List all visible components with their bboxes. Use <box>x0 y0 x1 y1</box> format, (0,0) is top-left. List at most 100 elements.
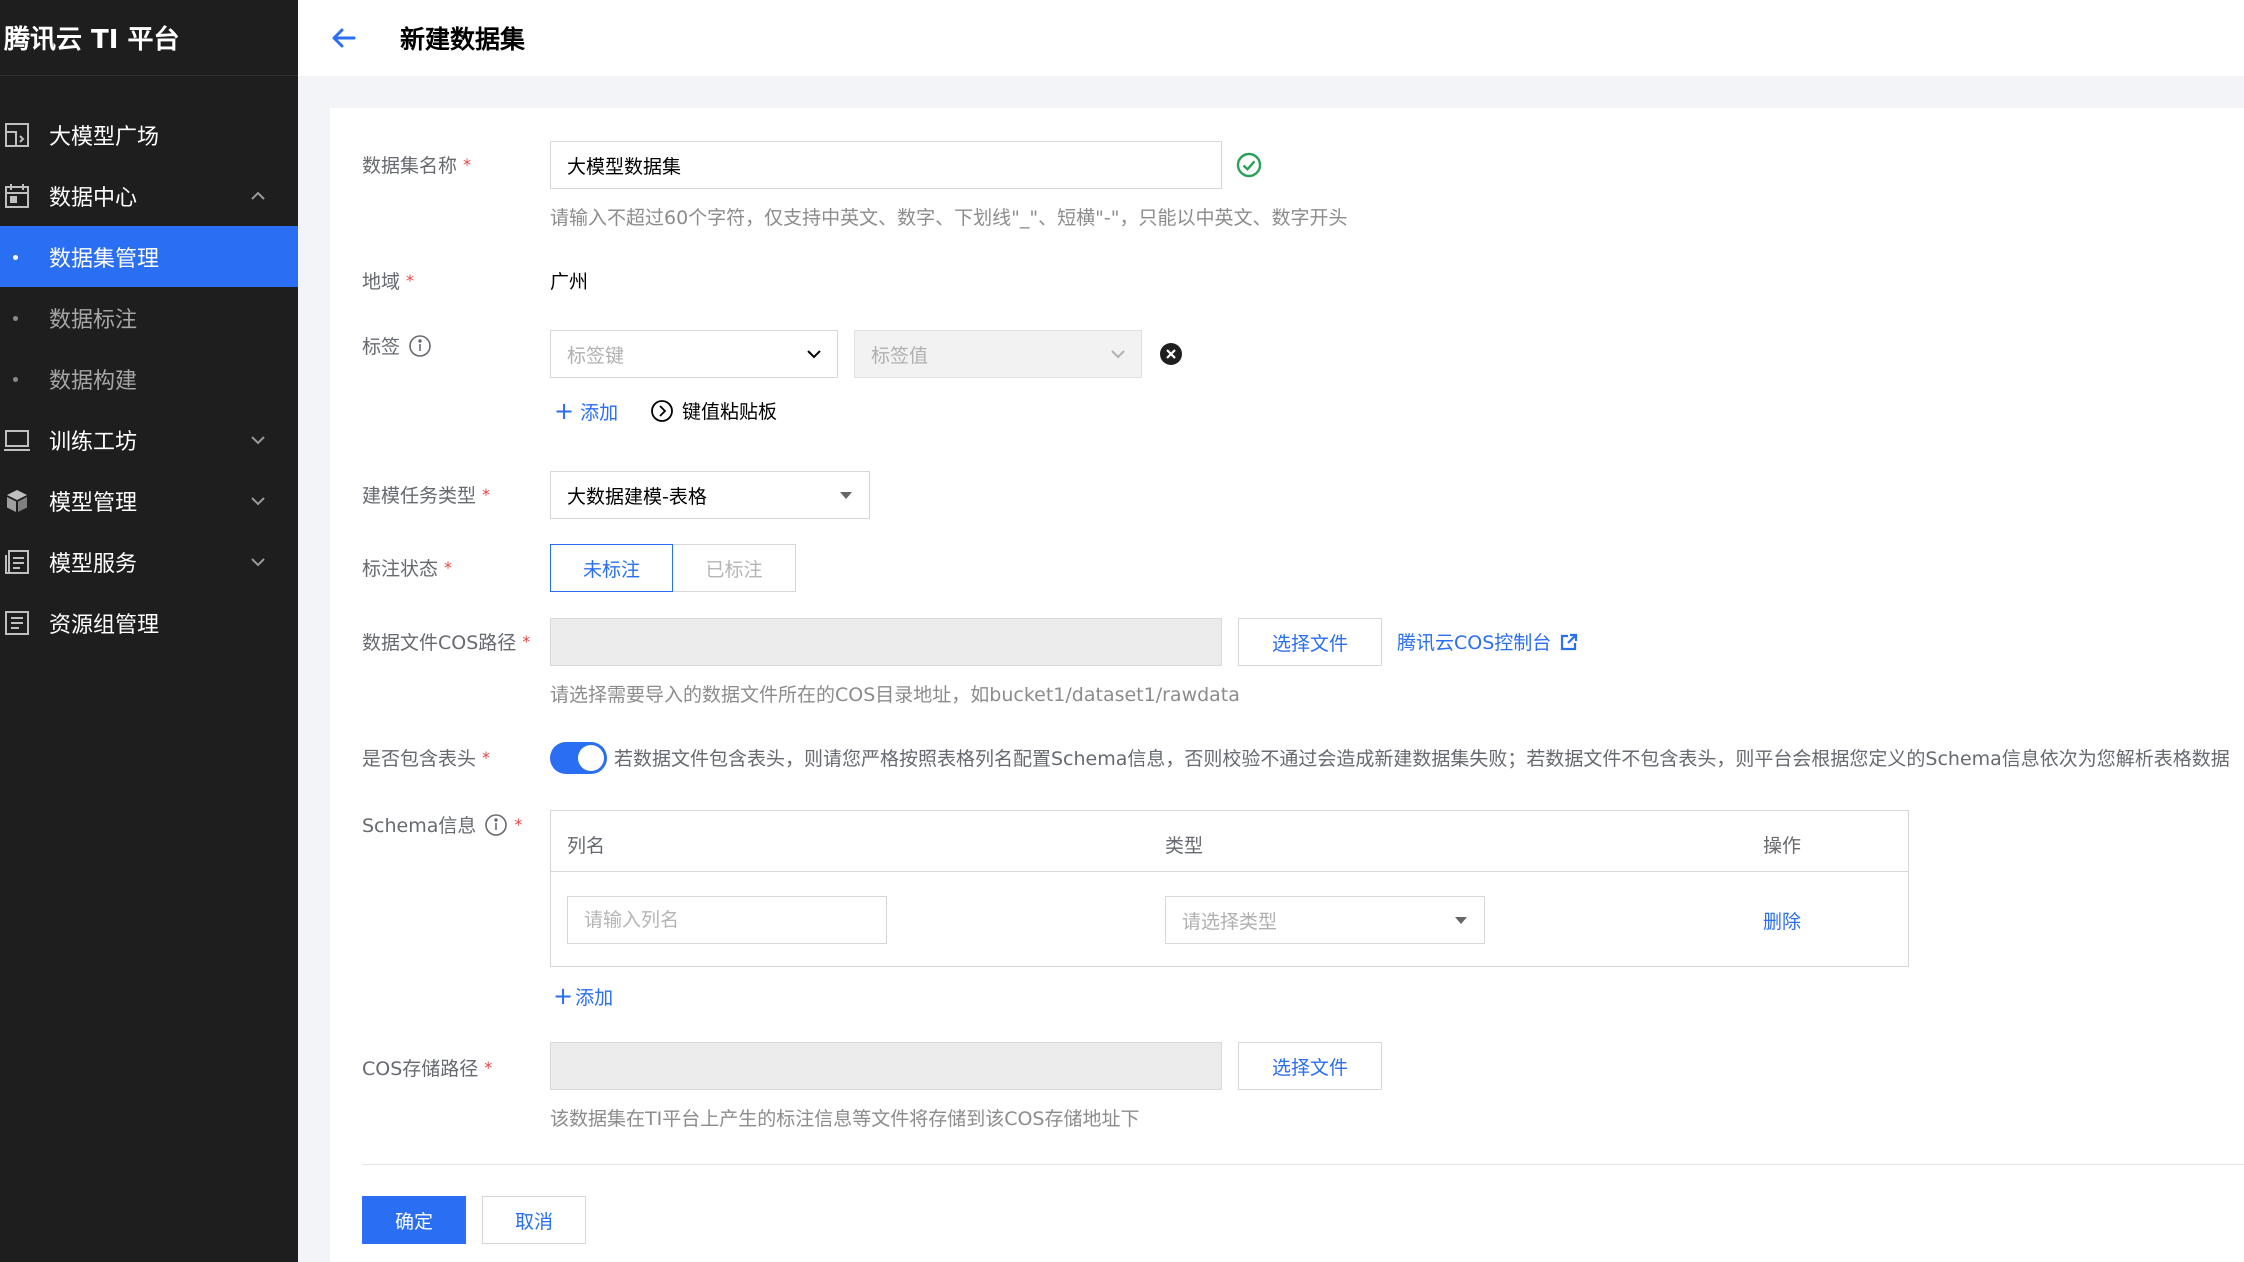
chevron-down-icon <box>249 553 267 571</box>
sidebar-item-model-service[interactable]: 模型服务 <box>0 531 298 592</box>
add-tag-label: 添加 <box>580 401 619 424</box>
cos-path-label: 数据文件COS路径 * <box>362 628 530 655</box>
form-card: 数据集名称 * 请输入不超过60个字符，仅支持中英文、数字、下划线"_"、短横"-… <box>330 108 2244 1262</box>
required-mark: * <box>484 1058 493 1077</box>
chevron-up-icon <box>249 187 267 205</box>
sidebar: 腾讯云 TI 平台 大模型广场 数据中心 数据集管理 数据标注 数据构建 训练工… <box>0 0 298 1262</box>
calendar-icon <box>4 183 30 209</box>
chevron-down-icon <box>249 492 267 510</box>
annotation-status-toggle-group: 未标注 已标注 <box>550 544 796 592</box>
cos-path-input <box>550 618 1222 666</box>
task-type-select[interactable]: 大数据建模-表格 <box>550 471 870 519</box>
task-type-label: 建模任务类型 * <box>362 481 490 508</box>
storage-path-input <box>550 1042 1222 1090</box>
dataset-name-hint: 请输入不超过60个字符，仅支持中英文、数字、下划线"_"、短横"-"，只能以中英… <box>550 207 1348 229</box>
cube-icon <box>4 488 30 514</box>
tags-label-text: 标签 <box>362 336 401 358</box>
dataset-name-input[interactable] <box>550 141 1222 189</box>
sidebar-item-dataset-management[interactable]: 数据集管理 <box>0 226 298 287</box>
add-schema-row-button[interactable]: + 添加 <box>553 982 613 1010</box>
sidebar-item-label: 大模型广场 <box>49 124 160 150</box>
sidebar-item-model-management[interactable]: 模型管理 <box>0 470 298 531</box>
sidebar-item-model-square[interactable]: 大模型广场 <box>0 104 298 165</box>
region-label: 地域 * <box>362 267 414 294</box>
sidebar-item-label: 模型管理 <box>49 490 138 516</box>
required-mark: * <box>482 748 491 767</box>
required-mark: * <box>463 155 472 174</box>
app-root: 腾讯云 TI 平台 大模型广场 数据中心 数据集管理 数据标注 数据构建 训练工… <box>0 0 2244 1262</box>
cos-path-label-text: 数据文件COS路径 <box>362 632 517 654</box>
schema-label-text: Schema信息 <box>362 815 477 837</box>
sidebar-item-label: 模型服务 <box>49 551 138 577</box>
dataset-name-label-text: 数据集名称 <box>362 155 458 177</box>
schema-label: Schema信息 * <box>362 811 522 838</box>
chevron-down-icon <box>249 431 267 449</box>
annotation-status-label-text: 标注状态 <box>362 558 439 580</box>
cos-console-link-text: 腾讯云COS控制台 <box>1397 632 1552 654</box>
key-value-paste-button[interactable]: 键值粘贴板 <box>650 397 777 424</box>
schema-column-name-input[interactable] <box>567 896 887 944</box>
info-icon[interactable] <box>484 813 508 837</box>
sidebar-item-label: 数据构建 <box>49 368 138 394</box>
add-tag-button[interactable]: + 添加 <box>554 397 618 425</box>
chevron-down-icon <box>805 345 823 363</box>
schema-type-placeholder: 请选择类型 <box>1182 910 1278 933</box>
schema-table: 列名 类型 操作 请选择类型 删除 <box>550 810 1909 967</box>
external-link-icon <box>1559 632 1579 652</box>
schema-row-delete-button[interactable]: 删除 <box>1763 907 1801 934</box>
has-header-switch[interactable] <box>550 742 607 774</box>
back-arrow-icon[interactable] <box>328 22 360 54</box>
tag-key-placeholder: 标签键 <box>567 344 625 367</box>
has-header-description: 若数据文件包含表头，则请您严格按照表格列名配置Schema信息，否则校验不通过会… <box>614 748 2230 770</box>
model-square-icon <box>4 122 30 148</box>
storage-path-select-file-button[interactable]: 选择文件 <box>1238 1042 1382 1090</box>
sidebar-item-data-annotation[interactable]: 数据标注 <box>0 287 298 348</box>
annotation-status-unlabeled[interactable]: 未标注 <box>550 544 673 592</box>
region-label-text: 地域 <box>362 271 401 293</box>
task-type-value: 大数据建模-表格 <box>567 485 707 508</box>
sidebar-item-label: 数据标注 <box>49 307 138 333</box>
required-mark: * <box>522 632 531 651</box>
sidebar-item-label: 训练工坊 <box>49 429 138 455</box>
cos-path-select-file-button[interactable]: 选择文件 <box>1238 618 1382 666</box>
plus-icon: + <box>553 982 574 1010</box>
sidebar-item-label: 数据集管理 <box>49 246 160 272</box>
cancel-button[interactable]: 取消 <box>482 1196 586 1244</box>
sidebar-item-label: 数据中心 <box>49 185 138 211</box>
form-divider <box>362 1164 2244 1165</box>
annotation-status-label: 标注状态 * <box>362 554 452 581</box>
service-icon <box>4 549 30 575</box>
cos-console-link[interactable]: 腾讯云COS控制台 <box>1397 628 1579 655</box>
page-header: 新建数据集 <box>298 0 2244 76</box>
confirm-button[interactable]: 确定 <box>362 1196 466 1244</box>
check-circle-icon <box>1236 152 1262 178</box>
brand-title: 腾讯云 TI 平台 <box>0 0 298 76</box>
storage-path-label-text: COS存储路径 <box>362 1058 479 1080</box>
sidebar-item-data-construction[interactable]: 数据构建 <box>0 348 298 409</box>
required-mark: * <box>406 271 415 290</box>
tag-value-placeholder: 标签值 <box>871 344 929 367</box>
chevron-down-icon <box>1109 345 1127 363</box>
cos-path-hint: 请选择需要导入的数据文件所在的COS目录地址，如bucket1/dataset1… <box>550 684 1240 706</box>
add-schema-row-label: 添加 <box>575 986 614 1009</box>
info-icon[interactable] <box>408 334 432 358</box>
tag-value-select: 标签值 <box>854 330 1142 378</box>
storage-path-label: COS存储路径 * <box>362 1054 492 1081</box>
caret-down-icon <box>1452 911 1470 929</box>
sidebar-item-data-center[interactable]: 数据中心 <box>0 165 298 226</box>
sidebar-item-training-workshop[interactable]: 训练工坊 <box>0 409 298 470</box>
annotation-status-labeled[interactable]: 已标注 <box>673 544 796 592</box>
caret-down-icon <box>837 486 855 504</box>
list-icon <box>4 610 30 636</box>
remove-tag-icon[interactable] <box>1159 342 1183 366</box>
page-title: 新建数据集 <box>400 25 526 54</box>
schema-column-type-select[interactable]: 请选择类型 <box>1165 896 1485 944</box>
required-mark: * <box>514 815 523 834</box>
schema-table-header: 列名 类型 操作 <box>551 811 1908 872</box>
storage-path-hint: 该数据集在TI平台上产生的标注信息等文件将存储到该COS存储地址下 <box>550 1108 1140 1130</box>
switch-knob <box>578 745 604 771</box>
sidebar-item-resource-group[interactable]: 资源组管理 <box>0 592 298 653</box>
tag-key-select[interactable]: 标签键 <box>550 330 838 378</box>
bullet-dot-icon <box>13 315 18 321</box>
region-value: 广州 <box>550 271 589 293</box>
